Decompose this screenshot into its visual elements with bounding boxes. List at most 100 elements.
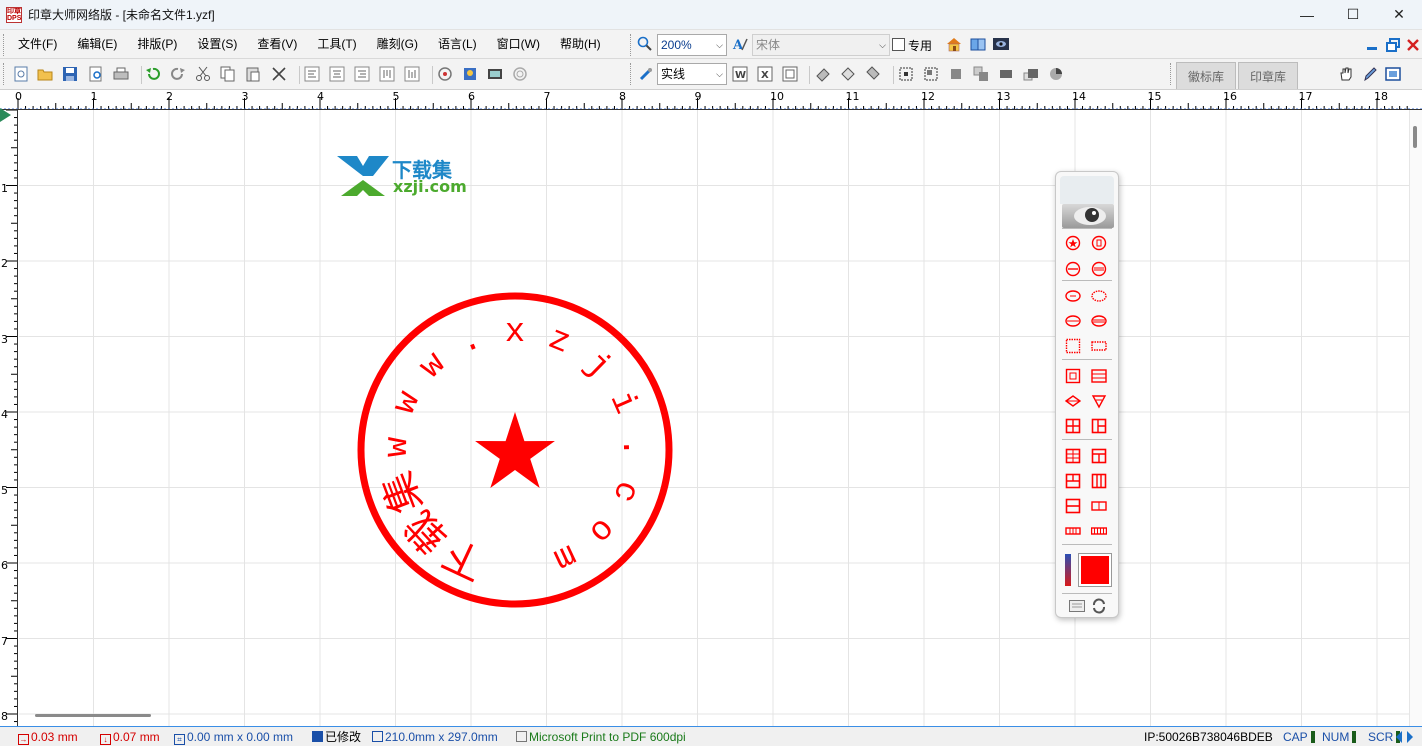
menu-settings[interactable]: 设置(S) (187, 30, 247, 59)
horizontal-ruler[interactable]: 0 1 2 3 4 5 6 7 8 9 10 11 12 13 14 15 16 17 18 (0, 90, 1422, 110)
circle-line-stamp-icon[interactable] (1064, 260, 1082, 278)
menu-language[interactable]: 语言(L) (428, 30, 487, 59)
rotate-right-icon[interactable] (864, 65, 882, 83)
align-bottom-icon[interactable] (403, 65, 421, 83)
excel-export-icon[interactable]: X (756, 65, 774, 83)
scroll-right-icon[interactable] (1405, 728, 1415, 746)
oval-dotted-stamp-icon[interactable] (1090, 287, 1108, 305)
vertical-scrollbar[interactable] (1409, 110, 1422, 726)
four-cell-stamp-icon[interactable] (1064, 417, 1082, 435)
new-file-icon[interactable] (12, 65, 30, 83)
close-button[interactable]: ✕ (1376, 0, 1422, 29)
redo-icon[interactable] (169, 65, 187, 83)
align-right-icon[interactable] (353, 65, 371, 83)
grid-rect-stamp-icon[interactable] (1090, 337, 1108, 355)
save-icon[interactable] (61, 65, 79, 83)
font-icon[interactable]: A (731, 35, 749, 53)
keyboard-icon[interactable] (1068, 597, 1086, 615)
vertical-scroll-thumb[interactable] (1413, 126, 1417, 148)
paste-icon[interactable] (244, 65, 262, 83)
font-select[interactable]: 宋体 ⌵ (752, 34, 890, 56)
oval-stamp-icon[interactable] (1064, 287, 1082, 305)
strip-stamp-icon[interactable] (1064, 522, 1082, 540)
align-center-icon[interactable] (328, 65, 346, 83)
menu-window[interactable]: 窗口(W) (487, 30, 550, 59)
layer-icon[interactable] (997, 65, 1015, 83)
zoom-icon[interactable] (636, 35, 654, 53)
color-gradient-bar[interactable] (1065, 554, 1071, 586)
open-folder-icon[interactable] (36, 65, 54, 83)
small-rect-stamp-icon[interactable] (1090, 497, 1108, 515)
long-strip-stamp-icon[interactable] (1090, 522, 1108, 540)
split-table-stamp-icon[interactable] (1064, 472, 1082, 490)
menu-engrave[interactable]: 雕刻(G) (367, 30, 428, 59)
photo-icon[interactable] (486, 65, 504, 83)
oval-double-line-stamp-icon[interactable] (1090, 312, 1108, 330)
menu-tools[interactable]: 工具(T) (307, 30, 366, 59)
stamp-tool-icon[interactable] (436, 65, 454, 83)
stamp[interactable]: 下载集www. x zji.com (355, 290, 675, 610)
mdi-restore-icon[interactable] (1384, 36, 1402, 54)
delete-icon[interactable] (270, 65, 288, 83)
design-canvas[interactable]: 下载集 xzji.com 下载集www.xzji.com (19, 110, 1409, 726)
circle-person-stamp-icon[interactable] (1090, 234, 1108, 252)
group-icon[interactable] (922, 65, 940, 83)
column-table-stamp-icon[interactable] (1090, 472, 1108, 490)
hand-tool-icon[interactable] (1337, 65, 1355, 83)
menu-file[interactable]: 文件(F) (8, 30, 67, 59)
refresh-icon[interactable] (1090, 597, 1108, 615)
toolbar-grip[interactable] (3, 63, 6, 85)
palette-header[interactable] (1060, 176, 1114, 204)
format-bar-grip[interactable] (630, 34, 633, 56)
diamond-stamp-icon[interactable] (1064, 392, 1082, 410)
select-icon[interactable] (897, 65, 915, 83)
triangle-stamp-icon[interactable] (1090, 392, 1108, 410)
oval-line-stamp-icon[interactable] (1064, 312, 1082, 330)
align-top-icon[interactable] (378, 65, 396, 83)
rotate-icon[interactable] (839, 65, 857, 83)
rect-stamp-icon[interactable] (1090, 367, 1108, 385)
home-icon[interactable] (945, 35, 963, 53)
send-back-icon[interactable] (972, 65, 990, 83)
line-style-select[interactable]: 实线 ⌵ (657, 63, 727, 85)
line-style-icon[interactable] (637, 65, 655, 83)
align-left-icon[interactable] (303, 65, 321, 83)
frame-icon[interactable] (781, 65, 799, 83)
minimize-button[interactable]: — (1284, 0, 1330, 29)
word-export-icon[interactable]: W (731, 65, 749, 83)
special-checkbox[interactable] (892, 38, 905, 51)
maximize-button[interactable]: ☐ (1330, 0, 1376, 29)
image-insert-icon[interactable] (461, 65, 479, 83)
shadow-icon[interactable] (1022, 65, 1040, 83)
stacked-stamp-icon[interactable] (1064, 497, 1082, 515)
mdi-close-icon[interactable] (1404, 36, 1422, 54)
palette-preview-eye-icon[interactable] (1062, 204, 1114, 228)
circle-double-line-stamp-icon[interactable] (1090, 260, 1108, 278)
menu-grip[interactable] (3, 34, 6, 56)
bring-front-icon[interactable] (947, 65, 965, 83)
scroll-left-icon[interactable] (1394, 728, 1404, 746)
menu-layout[interactable]: 排版(P) (127, 30, 187, 59)
print-icon[interactable] (112, 65, 130, 83)
draw-bar-grip[interactable] (630, 63, 633, 85)
cut-icon[interactable] (194, 65, 212, 83)
print-preview-icon[interactable] (87, 65, 105, 83)
library-bar-grip[interactable] (1170, 63, 1173, 85)
square-stamp-icon[interactable] (1064, 367, 1082, 385)
horizontal-scroll-thumb[interactable] (35, 714, 151, 717)
rotate-left-icon[interactable] (814, 65, 832, 83)
pie-chart-icon[interactable] (1047, 65, 1065, 83)
current-color-swatch[interactable] (1078, 553, 1112, 587)
menu-help[interactable]: 帮助(H) (550, 30, 611, 59)
book-icon[interactable] (969, 35, 987, 53)
menu-view[interactable]: 查看(V) (247, 30, 307, 59)
zoom-select[interactable]: 200% ⌵ (657, 34, 727, 56)
ring-tool-icon[interactable] (511, 65, 529, 83)
copy-icon[interactable] (219, 65, 237, 83)
preview-eye-icon[interactable] (992, 35, 1010, 53)
pen-tool-icon[interactable] (1361, 65, 1379, 83)
menu-edit[interactable]: 编辑(E) (67, 30, 127, 59)
table-stamp-icon[interactable] (1064, 447, 1082, 465)
undo-icon[interactable] (144, 65, 162, 83)
mdi-minimize-icon[interactable] (1363, 36, 1381, 54)
